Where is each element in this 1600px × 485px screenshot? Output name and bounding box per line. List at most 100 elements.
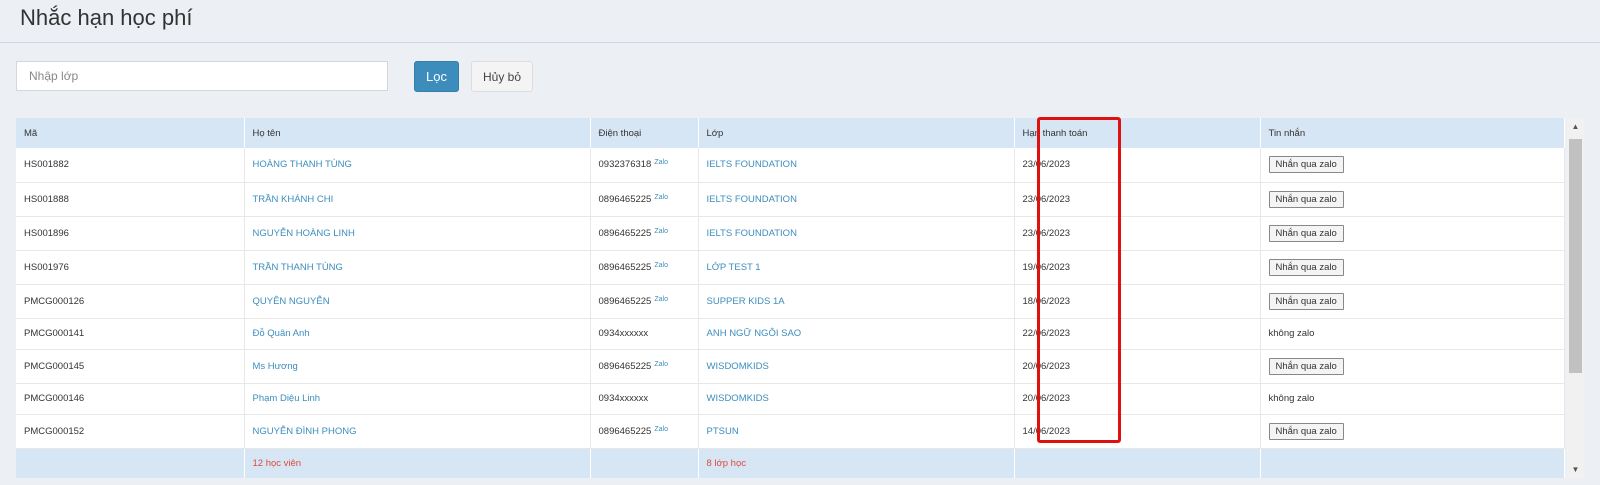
student-name-cell: Đỗ Quân Anh (244, 318, 591, 350)
student-name-link[interactable]: TRẦN KHÁNH CHI (253, 194, 334, 205)
table-footer-row: 12 học viên 8 lớp học (16, 448, 1565, 478)
phone-number: 0896465225 (598, 227, 652, 239)
student-name-link[interactable]: TRẦN THANH TÙNG (253, 262, 343, 273)
phone-number: 0896465225 (598, 425, 652, 437)
phone-number: 0896465225 (598, 295, 652, 307)
message-cell: không zalo (1260, 383, 1565, 415)
due-date: 23/06/2023 (1014, 216, 1261, 251)
student-name-link[interactable]: QUYÊN NGUYỄN (253, 296, 330, 307)
table-row: HS001882 HOÀNG THANH TÙNG 0932376318 Zalo IE… (16, 148, 1565, 183)
class-cell: SUPPER KIDS 1A (698, 284, 1015, 319)
student-name-cell: Phạm Diệu Linh (244, 383, 591, 415)
class-cell: WISDOMKIDS (698, 383, 1015, 415)
class-link[interactable]: IELTS FOUNDATION (707, 194, 797, 205)
col-header-message[interactable]: Tin nhắn (1260, 118, 1565, 148)
phone-cell: 0932376318 Zalo (590, 148, 699, 183)
zalo-link[interactable]: Zalo (654, 426, 668, 433)
zalo-link[interactable]: Zalo (654, 194, 668, 201)
phone-number: 0934xxxxxx (598, 328, 649, 339)
student-name-cell: QUYÊN NGUYỄN (244, 284, 591, 319)
class-link[interactable]: IELTS FOUNDATION (707, 228, 797, 239)
send-zalo-button[interactable]: Nhắn qua zalo (1268, 224, 1344, 242)
footer-empty-cell (16, 448, 245, 478)
message-cell: Nhắn qua zalo (1260, 148, 1565, 183)
col-header-name[interactable]: Họ tên (244, 118, 591, 148)
triangle-up-icon[interactable]: ▲ (1567, 118, 1584, 135)
phone-cell: 0896465225 Zalo (590, 216, 699, 251)
student-name-cell: NGUYỄN ĐÌNH PHONG (244, 414, 591, 449)
phone-number: 0896465225 (598, 193, 652, 205)
class-link[interactable]: LỚP TEST 1 (707, 262, 761, 273)
send-zalo-button[interactable]: Nhắn qua zalo (1268, 258, 1344, 276)
student-name-link[interactable]: Phạm Diệu Linh (253, 393, 321, 404)
student-name-link[interactable]: NGUYỄN ĐÌNH PHONG (253, 426, 357, 437)
phone-number: 0934xxxxxx (598, 393, 649, 404)
class-cell: LỚP TEST 1 (698, 250, 1015, 285)
send-zalo-button[interactable]: Nhắn qua zalo (1268, 156, 1344, 174)
student-name-link[interactable]: Ms Hương (253, 361, 298, 372)
table-row: PMCG000152 NGUYỄN ĐÌNH PHONG 0896465225 Zal… (16, 414, 1565, 449)
zalo-link[interactable]: Zalo (654, 159, 668, 166)
class-count: 8 lớp học (698, 448, 1015, 478)
zalo-link[interactable]: Zalo (654, 296, 668, 303)
class-link[interactable]: IELTS FOUNDATION (707, 159, 797, 170)
send-zalo-button[interactable]: Nhắn qua zalo (1268, 422, 1344, 440)
footer-empty-cell (1014, 448, 1261, 478)
table-row: PMCG000145 Ms Hương 0896465225 Zalo WISDOMKI… (16, 349, 1565, 384)
class-cell: IELTS FOUNDATION (698, 148, 1015, 183)
message-cell: Nhắn qua zalo (1260, 414, 1565, 449)
phone-cell: 0896465225 Zalo (590, 284, 699, 319)
cancel-button[interactable]: Hủy bỏ (471, 61, 533, 92)
scroll-thumb[interactable] (1569, 139, 1582, 373)
student-name-link[interactable]: HOÀNG THANH TÙNG (253, 159, 352, 170)
student-code: HS001888 (16, 182, 245, 217)
send-zalo-button[interactable]: Nhắn qua zalo (1268, 357, 1344, 375)
class-link[interactable]: PTSUN (707, 426, 739, 437)
student-code: HS001976 (16, 250, 245, 285)
class-link[interactable]: SUPPER KIDS 1A (707, 296, 785, 307)
student-code: PMCG000145 (16, 349, 245, 384)
due-date: 23/06/2023 (1014, 148, 1261, 183)
due-date: 20/06/2023 (1014, 383, 1261, 415)
class-cell: ANH NGỮ NGÔI SAO (698, 318, 1015, 350)
student-name-cell: TRẦN KHÁNH CHI (244, 182, 591, 217)
student-name-cell: HOÀNG THANH TÙNG (244, 148, 591, 183)
student-name-link[interactable]: Đỗ Quân Anh (253, 328, 310, 339)
message-cell: Nhắn qua zalo (1260, 216, 1565, 251)
phone-cell: 0896465225 Zalo (590, 250, 699, 285)
col-header-class[interactable]: Lớp (698, 118, 1015, 148)
filter-button[interactable]: Lọc (414, 61, 459, 92)
vertical-scrollbar[interactable]: ▲ ▼ (1567, 118, 1584, 478)
student-name-cell: NGUYỄN HOÀNG LINH (244, 216, 591, 251)
class-link[interactable]: WISDOMKIDS (707, 361, 769, 372)
due-date: 22/06/2023 (1014, 318, 1261, 350)
student-code: HS001882 (16, 148, 245, 183)
phone-number: 0932376318 (598, 159, 652, 171)
triangle-down-icon[interactable]: ▼ (1567, 461, 1584, 478)
student-code: PMCG000141 (16, 318, 245, 350)
student-name-link[interactable]: NGUYỄN HOÀNG LINH (253, 228, 355, 239)
phone-cell: 0896465225 Zalo (590, 414, 699, 449)
table-header-row: Mã Họ tên Điện thoại Lớp Hạn thanh toán … (16, 118, 1565, 148)
due-date: 19/06/2023 (1014, 250, 1261, 285)
col-header-due-date[interactable]: Hạn thanh toán (1014, 118, 1261, 148)
footer-empty-cell (1260, 448, 1565, 478)
table-row: PMCG000141 Đỗ Quân Anh 0934xxxxxx ANH NGỮ N… (16, 318, 1565, 350)
class-filter-input[interactable] (16, 61, 388, 91)
message-cell: Nhắn qua zalo (1260, 284, 1565, 319)
due-date: 14/06/2023 (1014, 414, 1261, 449)
phone-cell: 0934xxxxxx (590, 318, 699, 350)
message-cell: không zalo (1260, 318, 1565, 350)
class-link[interactable]: ANH NGỮ NGÔI SAO (707, 328, 802, 339)
due-date: 20/06/2023 (1014, 349, 1261, 384)
zalo-link[interactable]: Zalo (654, 361, 668, 368)
col-header-code[interactable]: Mã (16, 118, 245, 148)
zalo-link[interactable]: Zalo (654, 262, 668, 269)
send-zalo-button[interactable]: Nhắn qua zalo (1268, 292, 1344, 310)
col-header-phone[interactable]: Điện thoại (590, 118, 699, 148)
send-zalo-button[interactable]: Nhắn qua zalo (1268, 190, 1344, 208)
phone-cell: 0934xxxxxx (590, 383, 699, 415)
class-link[interactable]: WISDOMKIDS (707, 393, 769, 404)
due-date: 23/06/2023 (1014, 182, 1261, 217)
zalo-link[interactable]: Zalo (654, 228, 668, 235)
